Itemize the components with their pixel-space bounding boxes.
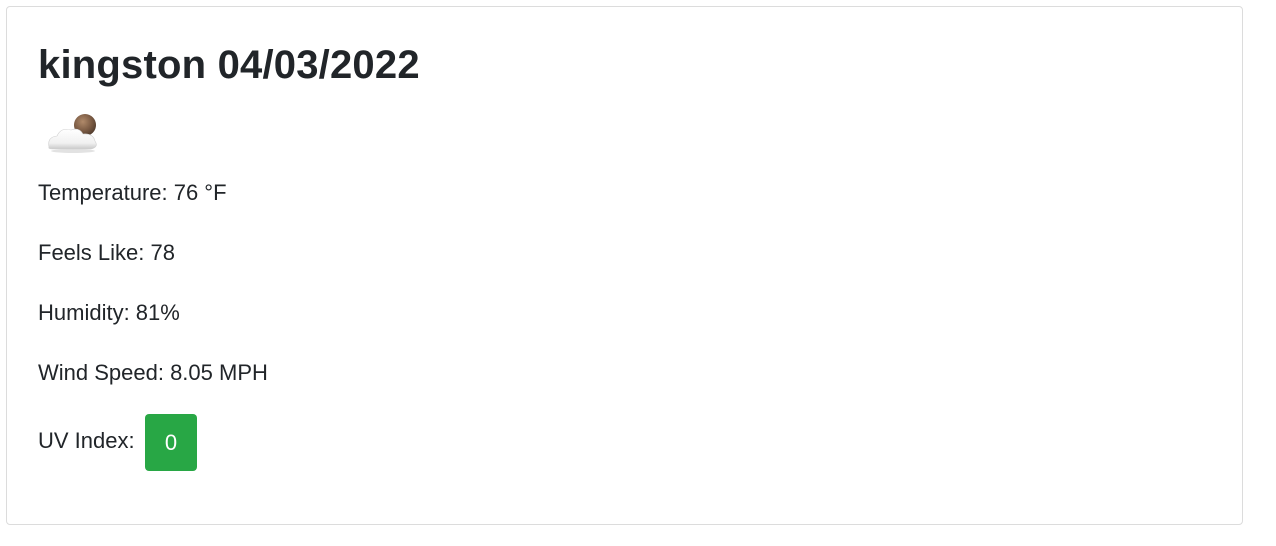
weather-card: kingston 04/03/2022 Temperature: 76 °F F… — [6, 6, 1243, 525]
temperature-text: Temperature: 76 °F — [38, 180, 227, 205]
feels-like-text: Feels Like: 78 — [38, 240, 175, 265]
uv-index-badge: 0 — [145, 414, 197, 471]
humidity-text: Humidity: 81% — [38, 300, 180, 325]
partly-cloudy-night-icon — [43, 107, 107, 159]
city-date-title: kingston 04/03/2022 — [38, 43, 420, 87]
uv-index-label: UV Index: — [38, 428, 135, 453]
wind-speed-text: Wind Speed: 8.05 MPH — [38, 360, 268, 385]
